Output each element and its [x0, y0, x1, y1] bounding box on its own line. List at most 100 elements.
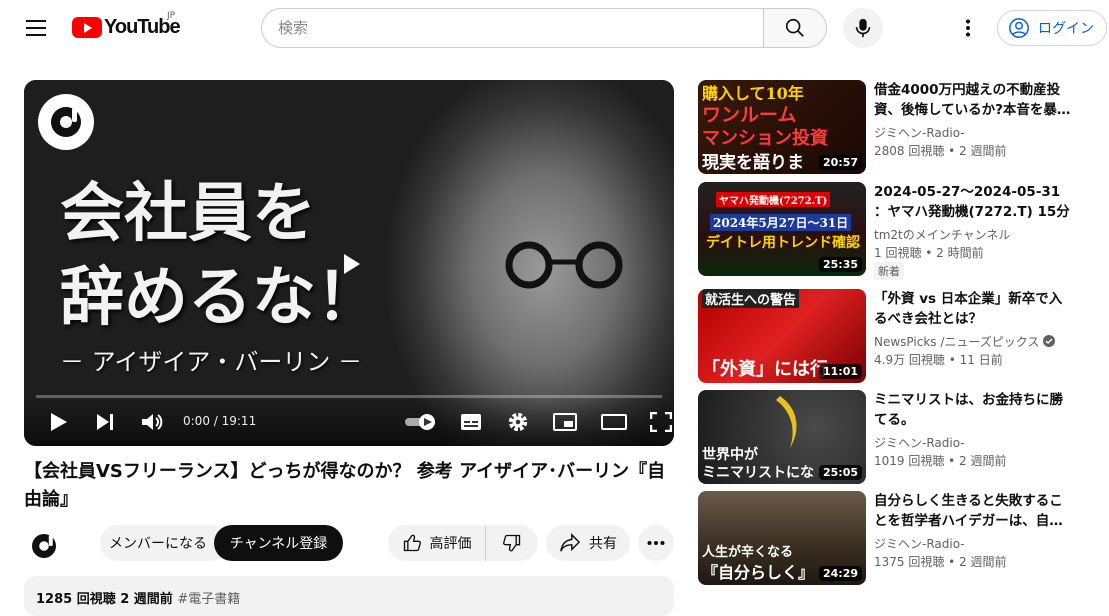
- video-metadata: 1375 回視聴 • 2 週間前: [874, 555, 1007, 569]
- search-icon: [785, 18, 804, 37]
- channel-name[interactable]: ジミヘン-Radio-: [874, 124, 965, 141]
- description-box[interactable]: 1285 回視聴 2 週間前 #電子書籍: [24, 576, 674, 616]
- play-icon: [51, 413, 67, 431]
- thumbnail-text: 世界中が: [702, 447, 758, 463]
- channel-name[interactable]: tm2tのメインチャンネル: [874, 226, 1010, 243]
- subscribe-button[interactable]: チャンネル登録: [214, 525, 343, 561]
- horizontal-dots-icon: [647, 541, 665, 545]
- thumbnail-text: ヤマハ発動機(7272.T): [716, 192, 831, 207]
- player-controls: 0:00 / 19:11: [24, 398, 674, 446]
- recommended-video[interactable]: 人生が辛くなる 『自分らしく』 24:29 自分らしく生きると失敗することを哲学…: [698, 491, 1098, 585]
- thumbnail-title: 会社員を 辞めるな！: [60, 172, 380, 340]
- video-thumbnail: 世界中が ミニマリストにな 25:05: [698, 390, 866, 484]
- gear-icon: [508, 412, 528, 432]
- menu-button[interactable]: [20, 13, 52, 43]
- youtube-logo[interactable]: YouTube: [72, 16, 181, 39]
- thumbnail-text: 2024年5月27日～31日: [710, 214, 852, 231]
- video-thumbnail: 人生が辛くなる 『自分らしく』 24:29: [698, 491, 866, 585]
- masthead: YouTube JP ログイン: [0, 0, 1109, 56]
- like-button[interactable]: 高評価: [388, 525, 486, 561]
- play-button[interactable]: [46, 409, 72, 435]
- video-metadata: 2808 回視聴 • 2 週間前: [874, 144, 1007, 158]
- video-player[interactable]: 会社員を 辞めるな！ － アイザイア・バーリン － 0:00 / 19:11: [24, 80, 674, 446]
- subtitles-button[interactable]: [458, 409, 484, 435]
- youtube-logo-icon: [72, 17, 102, 38]
- thumbs-down-icon: [502, 534, 521, 552]
- radio-logo-icon: [51, 107, 81, 137]
- microphone-icon: [855, 18, 871, 38]
- thumbnail-text: 現実を語りま: [702, 153, 804, 173]
- center-play-button[interactable]: [342, 252, 362, 280]
- video-metadata: 1 回視聴 • 2 時間前: [874, 246, 984, 260]
- recommended-video[interactable]: ヤマハ発動機(7272.T) 2024年5月27日～31日 デイトレ用トレンド確…: [698, 182, 1098, 280]
- video-title[interactable]: ミニマリストは、お金持ちに勝てる。: [874, 390, 1074, 430]
- search-button[interactable]: [763, 8, 827, 48]
- autoplay-toggle[interactable]: [404, 409, 438, 435]
- subtitles-icon: [461, 414, 481, 430]
- duration-badge: 24:29: [818, 566, 862, 581]
- video-title[interactable]: 自分らしく生きると失敗することを哲学者ハイデガーは、自…: [874, 491, 1074, 531]
- account-icon: [1009, 18, 1029, 38]
- duration-badge: 25:35: [818, 257, 862, 272]
- like-label: 高評価: [429, 536, 472, 552]
- settings-button[interactable]: [505, 409, 531, 435]
- banana-graphic: [776, 396, 797, 448]
- thumbnail-text: ミニマリストにな: [702, 465, 814, 481]
- volume-icon: [142, 414, 163, 430]
- share-label: 共有: [589, 536, 617, 552]
- thumbnail-text: 『自分らしく』: [702, 563, 815, 582]
- video-title[interactable]: 「外資 vs 日本企業」新卒で入るべき会社とは？ OpenWork…: [874, 289, 1074, 329]
- recommended-video[interactable]: 購入して10年 ワンルーム マンション投資 現実を語りま 20:57 借金400…: [698, 80, 1098, 174]
- play-icon: [344, 254, 360, 274]
- recommended-video[interactable]: 世界中が ミニマリストにな 25:05 ミニマリストは、お金持ちに勝てる。 ジミ…: [698, 390, 1098, 484]
- thumbnail-subtitle: － アイザイア・バーリン －: [60, 348, 363, 376]
- channel-watermark: [38, 94, 94, 150]
- thumbnail-title-line: 会社員を: [60, 176, 316, 251]
- thumbnail-text: 「外資」には行: [702, 359, 828, 380]
- video-title[interactable]: 借金4000万円越えの不動産投資、後悔しているか?本音を暴…: [874, 80, 1074, 120]
- channel-name[interactable]: NewsPicks /ニューズピックス: [874, 333, 1056, 350]
- miniplayer-icon: [553, 413, 577, 431]
- like-dislike-group: 高評価: [388, 525, 538, 561]
- theater-mode-button[interactable]: [601, 409, 627, 435]
- thumbnail-text: デイトレ用トレンド確認: [706, 235, 860, 251]
- login-button[interactable]: ログイン: [997, 10, 1107, 46]
- autoplay-toggle-icon: [405, 414, 435, 430]
- search-input[interactable]: [261, 8, 763, 48]
- channel-name[interactable]: ジミヘン-Radio-: [874, 434, 965, 451]
- video-thumbnail: ヤマハ発動機(7272.T) 2024年5月27日～31日 デイトレ用トレンド確…: [698, 182, 866, 276]
- login-label: ログイン: [1038, 21, 1094, 37]
- theater-mode-icon: [601, 414, 627, 430]
- share-icon: [560, 533, 581, 552]
- join-membership-button[interactable]: メンバーになる: [100, 525, 230, 561]
- channel-name[interactable]: ジミヘン-Radio-: [874, 535, 965, 552]
- radio-logo-icon: [32, 534, 56, 558]
- fullscreen-icon: [650, 412, 672, 432]
- video-title[interactable]: 2024-05-27～2024-05-31 ：ヤマハ発動機(7272.T) 15…: [874, 182, 1074, 222]
- duration-badge: 11:01: [818, 364, 862, 379]
- video-thumbnail: 購入して10年 ワンルーム マンション投資 現実を語りま 20:57: [698, 80, 866, 174]
- dislike-button[interactable]: [486, 525, 538, 561]
- channel-avatar[interactable]: [24, 526, 64, 566]
- thumbnail-title-line: 辞めるな！: [60, 260, 380, 335]
- video-title: 【会社員VSフリーランス】どっちが得なのか？ 参考 アイザイア･バーリン『自由論…: [24, 461, 666, 510]
- fullscreen-button[interactable]: [648, 409, 674, 435]
- recommended-video[interactable]: 就活生への警告 「外資」には行 11:01 「外資 vs 日本企業」新卒で入るべ…: [698, 289, 1098, 383]
- verified-icon: [1043, 335, 1056, 347]
- more-actions-button[interactable]: [638, 525, 674, 561]
- miniplayer-button[interactable]: [552, 409, 578, 435]
- menu-icon-bar: [26, 27, 46, 29]
- voice-search-button[interactable]: [843, 8, 883, 48]
- video-thumbnail: 就活生への警告 「外資」には行 11:01: [698, 289, 866, 383]
- next-button[interactable]: [92, 409, 118, 435]
- thumbs-up-icon: [403, 534, 421, 552]
- thumbnail-text: 就活生への警告: [702, 289, 800, 308]
- video-metadata: 4.9万 回視聴 • 11 日前: [874, 353, 1003, 367]
- share-button[interactable]: 共有: [546, 525, 630, 561]
- settings-more-button[interactable]: [953, 13, 983, 43]
- menu-icon-bar: [26, 34, 46, 36]
- duration-badge: 20:57: [818, 155, 862, 170]
- video-metadata: 1019 回視聴 • 2 週間前: [874, 454, 1007, 468]
- mute-button[interactable]: [139, 409, 165, 435]
- thumbnail-text: ワンルーム: [702, 104, 797, 126]
